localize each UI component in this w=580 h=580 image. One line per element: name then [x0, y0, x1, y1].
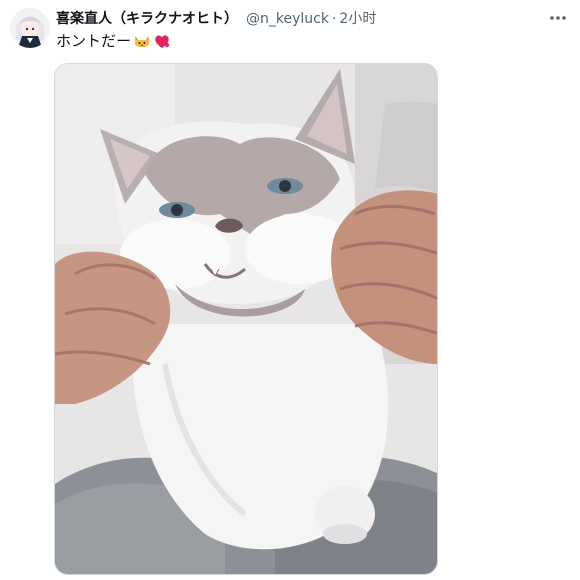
avatar[interactable] — [10, 8, 50, 48]
cat-face-emoji — [135, 36, 150, 47]
timestamp[interactable]: 2小时 — [339, 9, 376, 29]
photo-cat-icon — [55, 64, 437, 574]
tweet-text-content: ホントだー — [56, 32, 132, 50]
anime-avatar-icon — [10, 8, 50, 48]
more-button[interactable] — [546, 6, 570, 30]
tweet-header: 喜楽直人（キラクナオヒト） @n_keyluck · 2小时 — [56, 9, 540, 29]
user-handle[interactable]: @n_keyluck — [246, 9, 329, 29]
tweet-text: ホントだー — [56, 31, 171, 51]
display-name[interactable]: 喜楽直人（キラクナオヒト） — [56, 9, 238, 29]
tweet[interactable]: 喜楽直人（キラクナオヒト） @n_keyluck · 2小时 ホントだー — [0, 0, 580, 580]
separator-dot: · — [331, 11, 337, 27]
tweet-media[interactable] — [54, 63, 438, 575]
heart-emoji — [155, 35, 170, 48]
more-dots-icon — [550, 16, 566, 20]
